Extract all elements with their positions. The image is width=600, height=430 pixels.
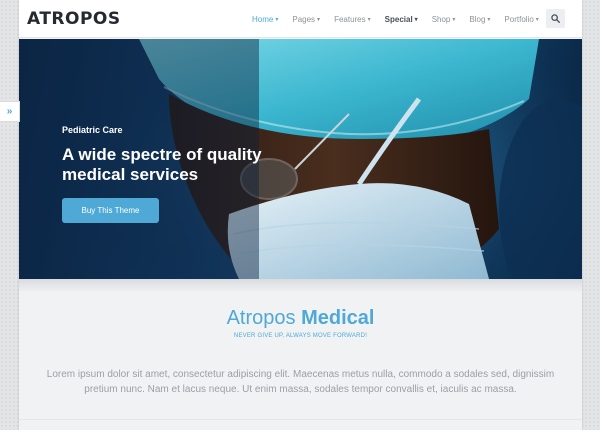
main-nav: Home ▾ Pages ▾ Features ▾ Special ▾ Shop… [245,0,546,38]
chevron-down-icon: ▾ [487,16,491,23]
nav-item-special[interactable]: Special ▾ [378,0,425,38]
hero-slider: Pediatric Care A wide spectre of quality… [19,39,582,279]
buy-theme-button[interactable]: Buy This Theme [62,198,159,223]
search-icon [551,14,560,23]
intro-title-light: Atropos [226,307,296,329]
hero-subtitle: Pediatric Care [62,125,123,135]
nav-item-label: Blog [469,14,486,24]
nav-item-shop[interactable]: Shop ▾ [425,0,463,38]
search-button[interactable] [546,9,565,28]
nav-item-label: Features [334,14,366,24]
intro-title: Atropos Medical [19,307,582,330]
nav-item-features[interactable]: Features ▾ [327,0,378,38]
chevron-down-icon: ▾ [317,16,321,23]
site-logo[interactable]: ATROPOS [27,9,121,29]
nav-item-home[interactable]: Home ▾ [245,0,285,38]
site-header: ATROPOS Home ▾ Pages ▾ Features ▾ Specia… [19,0,582,38]
chevron-down-icon: ▾ [535,16,539,23]
chevron-down-icon: ▾ [414,16,418,23]
nav-item-label: Home [252,14,274,24]
section-divider [19,419,582,420]
nav-item-label: Pages [292,14,316,24]
chevron-down-icon: ▾ [275,16,279,23]
nav-item-portfolio[interactable]: Portfolio ▾ [497,0,545,38]
intro-title-bold: Medical [301,307,375,329]
page-container: ATROPOS Home ▾ Pages ▾ Features ▾ Specia… [19,0,582,430]
side-panel-toggle[interactable]: » [0,101,20,122]
hero-title: A wide spectre of quality medical servic… [62,145,262,184]
intro-text: Lorem ipsum dolor sit amet, consectetur … [46,369,555,395]
nav-item-blog[interactable]: Blog ▾ [462,0,497,38]
chevron-down-icon: ▾ [452,16,456,23]
intro-tagline: NEVER GIVE UP, ALWAYS MOVE FORWARD! [233,333,368,339]
nav-item-label: Shop [431,14,451,24]
nav-item-label: Portfolio [504,14,534,24]
nav-item-label: Special [384,14,413,24]
chevron-down-icon: ▾ [367,16,371,23]
nav-item-pages[interactable]: Pages ▾ [285,0,327,38]
double-chevron-right-icon: » [6,106,13,117]
hero-shadow [19,279,582,293]
